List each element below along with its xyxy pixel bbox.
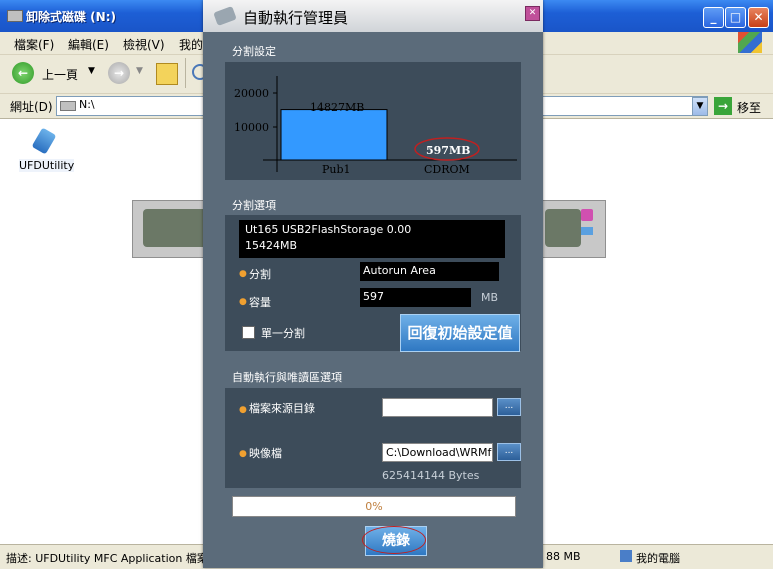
forward-dropdown-icon[interactable]: ▼ [136, 66, 143, 76]
maximize-button[interactable]: □ [725, 7, 746, 28]
x-tick-pub1: Pub1 [322, 163, 351, 176]
source-dir-input[interactable] [382, 398, 493, 417]
explorer-title: 卸除式磁碟 (N:) [26, 10, 116, 24]
device-info-line2: 15424MB [245, 239, 298, 252]
partition-name-value: Autorun Area [363, 264, 436, 277]
y-tick-10000: 10000 [234, 121, 269, 134]
progress-bar: 0% [232, 496, 516, 517]
dialog-title-bar: 自動執行管理員 ✕ [203, 0, 543, 32]
back-button-label[interactable]: 上一頁 [42, 66, 78, 83]
partition-options-heading: 分割選項 [232, 199, 276, 212]
device-info-box: Ut165 USB2FlashStorage 0.00 15424MB [239, 220, 505, 258]
bar-pub1-value-label: 14827MB [310, 101, 364, 114]
image-file-value: C:\Download\WRMf [386, 446, 492, 459]
progress-label: 0% [365, 500, 383, 513]
image-file-label: 映像檔 [249, 447, 282, 460]
x-tick-cdrom: CDROM [424, 163, 470, 176]
bar-pub1 [280, 109, 388, 161]
close-button[interactable]: ✕ [748, 7, 769, 28]
computer-icon [620, 550, 632, 562]
ufdutility-file-label[interactable]: UFDUtility [19, 159, 75, 172]
image-file-bytes: 625414144 Bytes [382, 469, 480, 482]
partition-settings-heading: 分割設定 [232, 45, 276, 58]
source-dir-label: 檔案來源目錄 [249, 402, 315, 415]
autorun-options-heading: 自動執行與唯讀區選項 [232, 371, 342, 384]
dialog-app-icon [213, 6, 237, 26]
single-partition-checkbox[interactable] [242, 326, 255, 339]
address-value: N:\ [79, 98, 95, 111]
autorun-options-panel: ● 檔案來源目錄 ... ● 映像檔 C:\Download\WRMf ... … [225, 388, 521, 488]
reset-defaults-button[interactable]: 回復初始設定值 [400, 314, 520, 352]
source-dir-browse-button[interactable]: ... [497, 398, 521, 416]
address-dropdown-icon[interactable]: ▼ [692, 97, 708, 116]
dialog-title: 自動執行管理員 [243, 9, 349, 27]
capacity-unit: MB [481, 291, 499, 304]
status-description: 描述: UFDUtility MFC Application 檔案版 [6, 552, 219, 565]
minimize-button[interactable]: _ [703, 7, 724, 28]
status-computer: 我的電腦 [636, 552, 680, 565]
partition-chart-panel: 20000 10000 14827MB 597MB Pub1 CDROM [225, 62, 521, 180]
dock-app-icon[interactable] [143, 209, 207, 247]
menu-view[interactable]: 檢視(V) [123, 36, 165, 53]
menu-my[interactable]: 我的 [179, 36, 203, 53]
bullet-icon: ● [239, 449, 247, 459]
forward-arrow-icon[interactable]: → [108, 62, 130, 84]
menu-file[interactable]: 檔案(F) [14, 36, 54, 53]
capacity-label: 容量 [249, 296, 271, 309]
dock-app-icon-2[interactable] [545, 209, 581, 247]
status-size: 88 MB [546, 550, 581, 563]
autorun-manager-dialog: 自動執行管理員 ✕ 分割設定 20000 10000 14827MB 597MB… [203, 0, 543, 568]
single-partition-label: 單一分割 [261, 327, 305, 340]
partition-name-field[interactable]: Autorun Area [360, 262, 499, 281]
capacity-field[interactable]: 597 [360, 288, 471, 307]
go-button-label[interactable]: 移至 [737, 99, 761, 116]
partition-options-panel: Ut165 USB2FlashStorage 0.00 15424MB ● 分割… [225, 215, 521, 352]
dock-minimize-icon[interactable] [581, 227, 593, 235]
up-folder-icon[interactable] [156, 63, 178, 85]
y-tick-20000: 20000 [234, 87, 269, 100]
image-file-browse-button[interactable]: ... [497, 443, 521, 461]
drive-small-icon [60, 101, 76, 111]
device-info-line1: Ut165 USB2FlashStorage 0.00 [245, 223, 412, 236]
toolbar-divider [185, 58, 186, 88]
bullet-icon: ● [239, 405, 247, 415]
menu-edit[interactable]: 編輯(E) [68, 36, 109, 53]
burn-highlight-ellipse [362, 526, 426, 554]
windows-logo-icon [738, 32, 762, 53]
address-label: 網址(D) [10, 100, 53, 114]
partition-chart: 20000 10000 14827MB 597MB Pub1 CDROM [234, 76, 517, 176]
partition-label: 分割 [249, 268, 271, 281]
image-file-input[interactable]: C:\Download\WRMf [382, 443, 493, 462]
ufdutility-file-icon[interactable] [30, 126, 58, 155]
drive-icon [7, 10, 23, 22]
dialog-close-button[interactable]: ✕ [525, 6, 540, 21]
capacity-value: 597 [363, 290, 384, 303]
bullet-icon: ● [239, 269, 247, 279]
back-arrow-icon[interactable]: ← [12, 62, 34, 84]
bar-cdrom-value-label: 597MB [426, 144, 470, 157]
back-dropdown-icon[interactable]: ▼ [88, 66, 95, 76]
dock-close-icon[interactable] [581, 209, 593, 221]
go-arrow-icon[interactable]: → [714, 97, 732, 115]
bullet-icon: ● [239, 297, 247, 307]
